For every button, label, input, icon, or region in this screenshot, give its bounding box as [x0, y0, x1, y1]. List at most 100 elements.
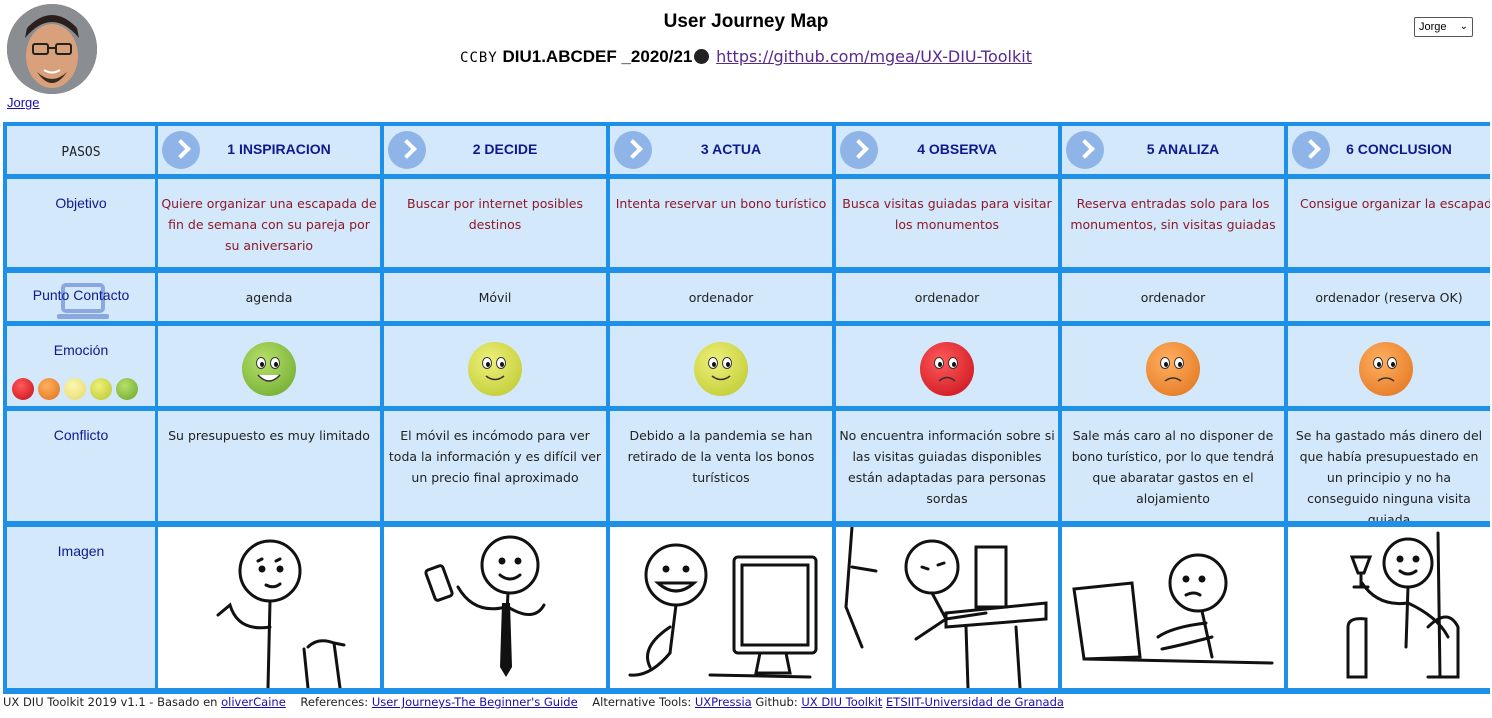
contacto-label: Punto Contacto: [32, 287, 130, 303]
conflict-cell: No encuentra información sobre si las vi…: [836, 411, 1058, 521]
emotion-cell: [836, 326, 1058, 406]
objective-cell: Reserva entradas solo para los monumento…: [1062, 179, 1284, 267]
page-subtitle: CCBY DIU1.ABCDEF _2020/21 https://github…: [0, 47, 1492, 67]
upset-face-icon: [1359, 342, 1413, 396]
contact-text: agenda: [245, 290, 293, 305]
footer: UX DIU Toolkit 2019 v1.1 - Basado en oli…: [3, 695, 1064, 709]
step-label: 5 ANALIZA: [1146, 141, 1220, 157]
conflict-text: No encuentra información sobre si las vi…: [839, 428, 1055, 506]
emotion-content-icon: [90, 378, 112, 400]
page-title: User Journey Map: [663, 11, 829, 32]
objective-text: Intenta reservar un bono turístico: [615, 196, 827, 211]
contact-text: ordenador: [688, 290, 754, 305]
phone-person-icon: [384, 527, 606, 688]
row-label-contacto: Punto Contacto: [7, 273, 155, 321]
contact-cell: ordenador (reserva OK): [1288, 273, 1490, 321]
step-label: 1 INSPIRACION: [227, 141, 331, 157]
row-label-emocion: Emoción: [7, 326, 155, 406]
objective-cell: Intenta reservar un bono turístico: [610, 179, 832, 267]
objective-text: Consigue organizar la escapada pero no c…: [1300, 196, 1490, 211]
image-cell: [836, 527, 1058, 688]
image-cell: [158, 527, 380, 688]
footer-version: UX DIU Toolkit 2019 v1.1 - Basado en: [3, 695, 218, 709]
emotion-cell: [610, 326, 832, 406]
cc-license: CCBY: [460, 50, 498, 66]
step-label: 3 ACTUA: [700, 141, 762, 157]
contact-text: ordenador: [1140, 290, 1206, 305]
footer-based-link[interactable]: oliverCaine: [221, 695, 286, 709]
row-label-pasos: PASOS: [7, 126, 155, 174]
happy-face-icon: [242, 342, 296, 396]
contact-cell: Móvil: [384, 273, 606, 321]
conflicto-label: Conflicto: [53, 427, 109, 443]
objective-text: Busca visitas guiadas para visitar los m…: [842, 196, 1052, 232]
row-label-objetivo: Objetivo: [7, 179, 155, 267]
angry-face-icon: [920, 342, 974, 396]
emotion-angry-icon: [12, 378, 34, 400]
objective-cell: Busca visitas guiadas para visitar los m…: [836, 179, 1058, 267]
footer-references-label: References:: [300, 695, 369, 709]
toasting-person-icon: [1288, 527, 1490, 688]
objective-cell: Quiere organizar una escapada de fin de …: [158, 179, 380, 267]
contact-cell: agenda: [158, 273, 380, 321]
conflict-text: Sale más caro al no disponer de bono tur…: [1071, 428, 1275, 506]
objective-text: Buscar por internet posibles destinos: [407, 196, 583, 232]
step-header: 5 ANALIZA: [1062, 126, 1284, 174]
emotion-neutral-icon: [64, 378, 86, 400]
content-face-icon: [694, 342, 748, 396]
objective-cell: Buscar por internet posibles destinos: [384, 179, 606, 267]
footer-univ-link[interactable]: ETSIIT-Universidad de Granada: [886, 695, 1064, 709]
row-label-conflicto: Conflicto: [7, 411, 155, 521]
step-label: 4 OBSERVA: [917, 141, 997, 157]
step-header: 2 DECIDE: [384, 126, 606, 174]
contact-text: ordenador: [914, 290, 980, 305]
objective-text: Reserva entradas solo para los monumento…: [1070, 196, 1276, 232]
imagen-label: Imagen: [57, 543, 105, 559]
objective-text: Quiere organizar una escapada de fin de …: [161, 196, 377, 253]
image-cell: [610, 527, 832, 688]
objetivo-label: Objetivo: [55, 195, 107, 211]
step-header: 6 CONCLUSION: [1288, 126, 1490, 174]
thinking-person-icon: [158, 527, 380, 688]
emotion-cell: [1288, 326, 1490, 406]
objective-cell: Consigue organizar la escapada pero no c…: [1288, 179, 1490, 267]
content-face-icon: [468, 342, 522, 396]
conflict-cell: Sale más caro al no disponer de bono tur…: [1062, 411, 1284, 521]
frustrated-person-icon: [836, 527, 1058, 688]
user-select-value: Jorge: [1419, 21, 1447, 33]
github-icon: [694, 49, 710, 64]
user-select[interactable]: Jorge ⌄: [1414, 17, 1473, 37]
image-cell: [1062, 527, 1284, 688]
upset-face-icon: [1146, 342, 1200, 396]
journey-map-table: PASOS 1 INSPIRACION 2 DECIDE 3 ACTUA 4 O…: [3, 122, 1490, 694]
footer-alt-link[interactable]: UXPressia: [695, 695, 752, 709]
footer-github-label: Github:: [755, 695, 798, 709]
contact-cell: ordenador: [836, 273, 1058, 321]
emocion-label: Emoción: [53, 342, 109, 358]
step-header: 1 INSPIRACION: [158, 126, 380, 174]
conflict-text: Debido a la pandemia se han retirado de …: [627, 428, 815, 485]
conflict-text: Su presupuesto es muy limitado: [168, 428, 370, 443]
contact-text: Móvil: [478, 290, 512, 305]
emotion-cell: [384, 326, 606, 406]
step-label: 6 CONCLUSION: [1346, 141, 1452, 157]
image-cell: [1288, 527, 1490, 688]
step-header: 4 OBSERVA: [836, 126, 1058, 174]
conflict-text: Se ha gastado más dinero del que había p…: [1295, 428, 1483, 521]
footer-github-link[interactable]: UX DIU Toolkit: [801, 695, 882, 709]
user-profile-link[interactable]: Jorge: [7, 95, 40, 110]
conflict-cell: Se ha gastado más dinero del que había p…: [1288, 411, 1490, 521]
footer-references-link[interactable]: User Journeys-The Beginner's Guide: [372, 695, 578, 709]
footer-alt-label: Alternative Tools:: [592, 695, 692, 709]
chevron-down-icon: ⌄: [1459, 21, 1468, 32]
contact-cell: ordenador: [610, 273, 832, 321]
emotion-cell: [158, 326, 380, 406]
image-cell: [384, 527, 606, 688]
contact-cell: ordenador: [1062, 273, 1284, 321]
computer-person-icon: [610, 527, 832, 688]
conflict-cell: El móvil es incómodo para ver toda la in…: [384, 411, 606, 521]
step-label: 2 DECIDE: [472, 141, 538, 157]
conflict-text: El móvil es incómodo para ver toda la in…: [388, 428, 602, 485]
repo-link[interactable]: https://github.com/mgea/UX-DIU-Toolkit: [716, 47, 1032, 66]
step-header: 3 ACTUA: [610, 126, 832, 174]
